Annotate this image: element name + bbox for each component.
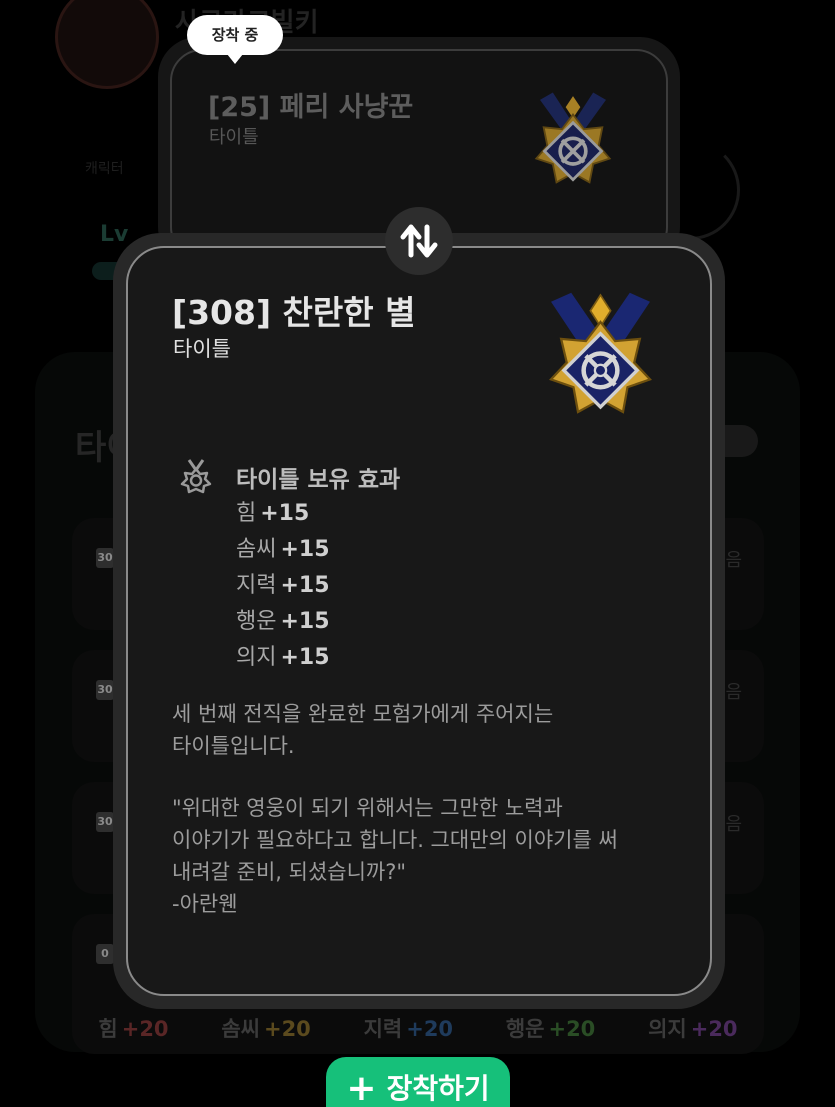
- equip-button[interactable]: + 장착하기: [326, 1057, 510, 1107]
- stat-str: 힘 +20: [98, 1017, 169, 1041]
- effect-item: 의지 +15: [236, 645, 330, 670]
- level-tag: 0: [96, 944, 114, 964]
- effect-item: 힘 +15: [236, 501, 310, 526]
- equipped-badge: 장착 중: [187, 15, 283, 64]
- stat-luk: 행운 +20: [505, 1017, 596, 1041]
- level-tag: 30: [96, 680, 114, 700]
- stat-wil: 의지 +20: [648, 1017, 738, 1041]
- row-status: 음: [725, 550, 742, 571]
- level-tag: 30: [96, 812, 114, 832]
- effect-item: 지력 +15: [236, 573, 330, 598]
- swap-button[interactable]: [385, 207, 453, 275]
- equip-button-label: 장착하기: [386, 1072, 490, 1105]
- selected-title-card: [308] 찬란한 별 타이틀 타이틀 보유 효과 힘 +15 솜씨 +15 지력 +…: [126, 246, 712, 996]
- stat-summary: 힘 +20 솜씨 +20 지력 +20 행운 +20 의지 +20: [72, 1008, 764, 1048]
- medal-outline-icon: [180, 459, 212, 494]
- medal-icon: [534, 92, 612, 184]
- stat-dex: 솜씨 +20: [221, 1017, 311, 1041]
- medal-icon: [549, 292, 652, 414]
- stat-int: 지력 +20: [363, 1017, 454, 1041]
- level-tag: 30: [96, 548, 114, 568]
- card-title: [308] 찬란한 별: [172, 293, 416, 332]
- equipped-title-type: 타이틀: [209, 127, 259, 148]
- character-avatar: [55, 0, 159, 89]
- equipped-title-name: [25] 페리 사냥꾼: [208, 92, 414, 123]
- card-type: 타이틀: [173, 337, 231, 361]
- plus-icon: +: [346, 1068, 377, 1107]
- effect-item: 솜씨 +15: [236, 537, 330, 562]
- swap-arrows-icon: [400, 224, 438, 258]
- quote-author: -아란웬: [172, 892, 238, 916]
- effect-list: 힘 +15 솜씨 +15 지력 +15 행운 +15 의지 +15: [236, 498, 330, 678]
- effect-item: 행운 +15: [236, 609, 330, 634]
- title-quote: "위대한 영웅이 되기 위해서는 그만한 노력과 이야기가 필요하다고 합니다.…: [172, 796, 618, 884]
- effect-heading: 타이틀 보유 효과: [236, 467, 401, 493]
- title-description: 세 번째 전직을 완료한 모험가에게 주어지는 타이틀입니다.: [172, 702, 554, 758]
- row-status: 음: [725, 682, 742, 703]
- character-sub-label: 캐릭터: [85, 161, 124, 177]
- row-status: 음: [725, 814, 742, 835]
- level-label: Lv: [100, 222, 129, 247]
